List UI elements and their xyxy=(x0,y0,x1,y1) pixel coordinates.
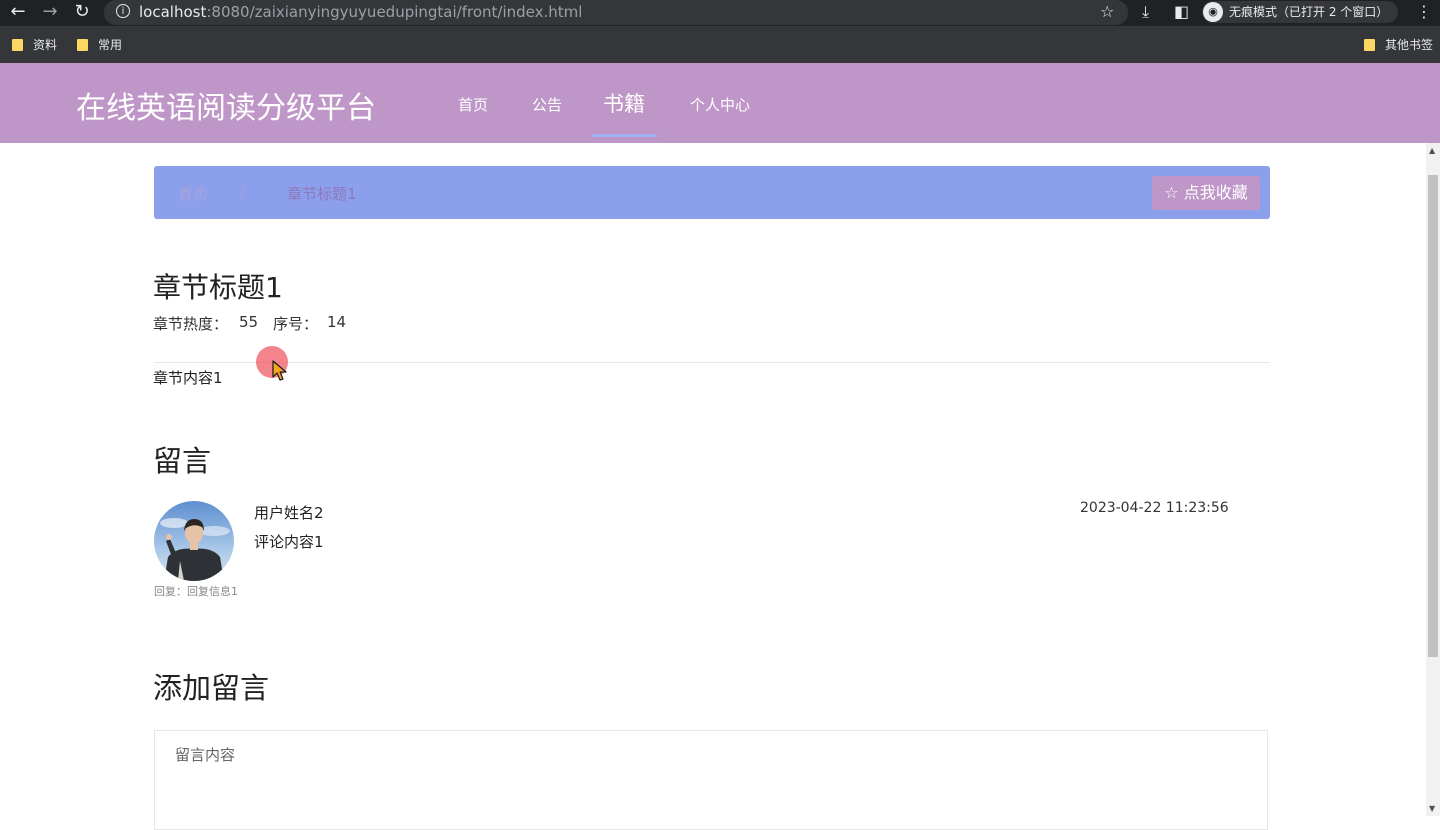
reload-icon[interactable]: ↻ xyxy=(70,1,94,25)
comment-timestamp: 2023-04-22 11:23:56 xyxy=(1080,500,1229,516)
nav-active-indicator xyxy=(592,134,657,137)
bookmark-label: 常用 xyxy=(98,38,123,52)
chapter-title: 章节标题1 xyxy=(153,271,283,304)
comment-content: 评论内容1 xyxy=(254,533,324,551)
bookmark-folder-changyong[interactable]: 常用 xyxy=(77,36,122,53)
order-value: 14 xyxy=(327,313,347,331)
site-title: 在线英语阅读分级平台 xyxy=(76,91,376,126)
favorite-button[interactable]: ☆ 点我收藏 xyxy=(1152,176,1260,210)
scroll-down-arrow-icon[interactable]: ▼ xyxy=(1429,804,1435,813)
incognito-icon: ◉ xyxy=(1203,2,1223,22)
back-arrow-icon[interactable]: ← xyxy=(6,1,30,25)
side-panel-icon[interactable]: ◧ xyxy=(1174,2,1189,21)
mouse-cursor-icon xyxy=(272,360,287,381)
nav-books[interactable]: 书籍 xyxy=(603,88,645,118)
breadcrumb-current: 章节标题1 xyxy=(287,185,357,203)
url-text[interactable]: localhost:8080/zaixianyingyuyuedupingtai… xyxy=(139,3,582,21)
comment-input[interactable] xyxy=(154,730,1268,830)
forward-arrow-icon[interactable]: → xyxy=(38,1,62,25)
divider xyxy=(154,362,1270,363)
site-header: 在线英语阅读分级平台 首页 公告 书籍 个人中心 xyxy=(0,63,1440,143)
url-path: :8080/zaixianyingyuyuedupingtai/front/in… xyxy=(206,3,583,21)
heat-label: 章节热度： xyxy=(153,315,229,333)
incognito-label: 无痕模式（已打开 2 个窗口） xyxy=(1229,5,1389,19)
add-comment-title: 添加留言 xyxy=(153,671,270,705)
bookmark-label: 资料 xyxy=(33,38,58,52)
url-host: localhost xyxy=(139,3,207,21)
bookmark-folder-other[interactable]: 其他书签 xyxy=(1364,36,1433,53)
folder-icon xyxy=(12,39,23,51)
folder-icon xyxy=(77,39,88,51)
breadcrumb-home-link[interactable]: 首页 xyxy=(178,183,208,204)
avatar xyxy=(154,501,234,581)
bookmark-star-icon[interactable]: ☆ xyxy=(1100,2,1114,21)
nav-profile[interactable]: 个人中心 xyxy=(690,94,750,115)
chapter-content: 章节内容1 xyxy=(153,369,223,387)
breadcrumb: 首页 / 章节标题1 ☆ 点我收藏 xyxy=(154,166,1270,219)
bookmark-folder-ziliao[interactable]: 资料 xyxy=(12,36,57,53)
comment-reply: 回复：回复信息1 xyxy=(154,585,238,598)
comments-title: 留言 xyxy=(153,444,212,478)
browser-menu-icon[interactable]: ⋮ xyxy=(1416,2,1432,21)
bookmarks-bar: 资料 常用 其他书签 xyxy=(0,26,1440,63)
comment-username: 用户姓名2 xyxy=(254,504,324,522)
scroll-up-arrow-icon[interactable]: ▲ xyxy=(1429,146,1435,155)
folder-icon xyxy=(1364,39,1375,51)
incognito-indicator[interactable]: ◉ 无痕模式（已打开 2 个窗口） xyxy=(1202,1,1399,23)
heat-value: 55 xyxy=(239,313,259,331)
browser-toolbar: ← → ↻ i localhost:8080/zaixianyingyuyued… xyxy=(0,0,1440,26)
scrollbar-thumb[interactable] xyxy=(1428,175,1438,657)
bookmark-label: 其他书签 xyxy=(1385,38,1434,52)
order-label: 序号： xyxy=(273,315,319,333)
site-info-icon[interactable]: i xyxy=(116,4,130,18)
download-icon[interactable]: ⤓ xyxy=(1142,2,1149,22)
nav-home[interactable]: 首页 xyxy=(458,94,488,115)
nav-notice[interactable]: 公告 xyxy=(532,94,562,115)
breadcrumb-separator: / xyxy=(240,183,246,201)
